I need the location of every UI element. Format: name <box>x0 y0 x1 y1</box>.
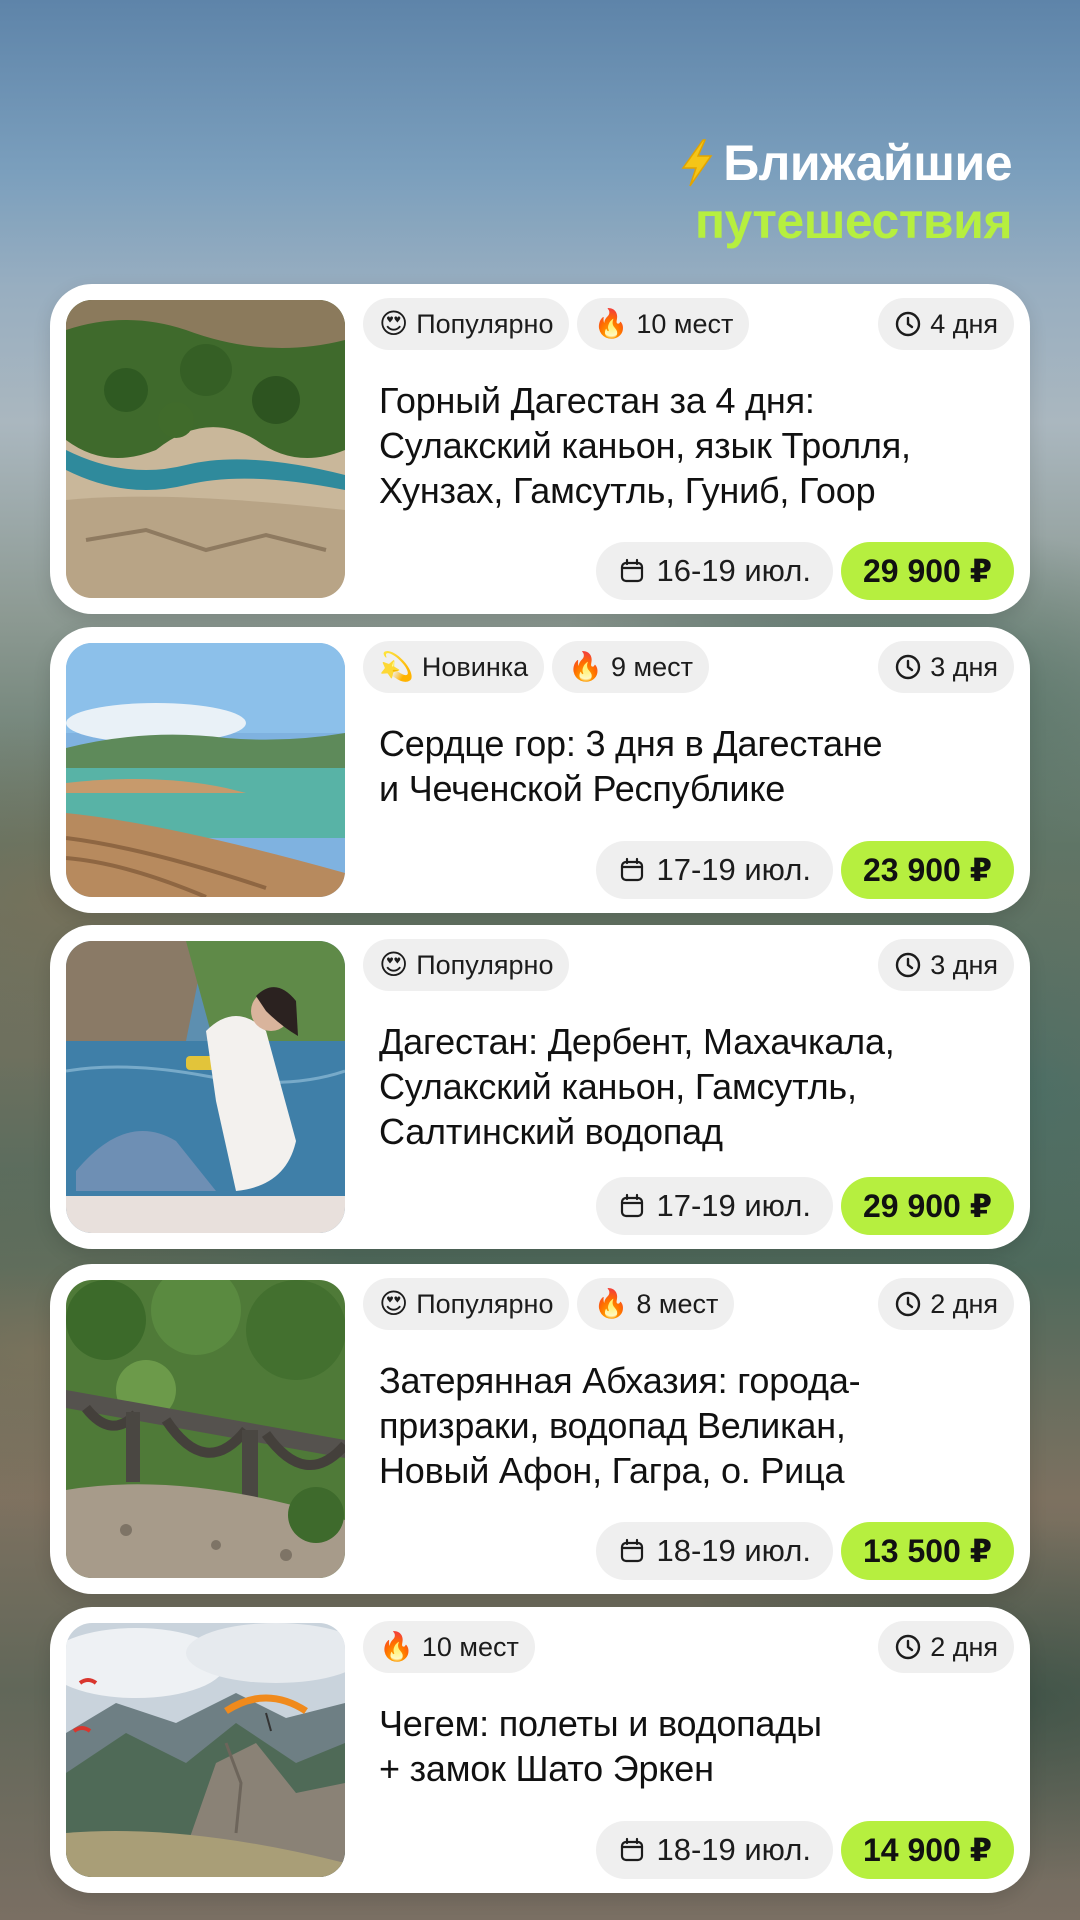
dizzy-star-icon: 💫 <box>379 650 414 683</box>
clock-icon <box>895 654 921 680</box>
calendar-icon <box>621 857 644 882</box>
badge-popular: 😍 Популярно <box>363 298 570 350</box>
fire-icon: 🔥 <box>593 1287 629 1320</box>
clock-icon <box>895 1634 921 1660</box>
badge-popular: 😍 Популярно <box>363 1278 570 1330</box>
badge-popular: 😍 Популярно <box>363 939 570 991</box>
dates-badge: 17-19 июл. <box>596 841 833 899</box>
tour-card[interactable]: 💫 Новинка 🔥 9 мест 3 дня Сердце гор: 3 дня… <box>50 627 1030 913</box>
tour-title[interactable]: Горный Дагестан за 4 дня: Сулакский кань… <box>363 378 1014 513</box>
price-button[interactable]: 13 500 ₽ <box>840 1522 1014 1580</box>
badge-new: 💫 Новинка <box>363 641 545 693</box>
header-title-line2: путешествия <box>694 193 1013 249</box>
tour-footer: 18-19 июл. 14 900 ₽ <box>596 1821 1014 1879</box>
seats-badge: 🔥 8 мест <box>577 1278 735 1330</box>
tour-card[interactable]: 😍 Популярно 🔥 8 мест 2 дня Затерянная Абха… <box>50 1264 1030 1594</box>
clock-icon <box>895 1291 921 1317</box>
duration-badge: 3 дня <box>878 641 1014 693</box>
dates-badge: 18-19 июл. <box>596 1821 833 1879</box>
tour-title[interactable]: Дагестан: Дербент, Махачкала, Сулакский … <box>363 1019 1014 1154</box>
calendar-icon <box>621 1837 644 1862</box>
price-button[interactable]: 23 900 ₽ <box>840 841 1014 899</box>
seats-badge: 🔥 10 мест <box>577 298 750 350</box>
dates-badge: 17-19 июл. <box>596 1177 833 1235</box>
tour-content: 😍 Популярно 🔥 8 мест 2 дня Затерянная Абха… <box>363 1278 1014 1580</box>
duration-badge: 3 дня <box>878 939 1014 991</box>
clock-icon <box>895 952 921 978</box>
tour-card[interactable]: 😍 Популярно 🔥 10 мест 4 дня Горный Дагеста… <box>50 284 1030 614</box>
tour-footer: 16-19 июл. 29 900 ₽ <box>596 542 1014 600</box>
tour-title[interactable]: Затерянная Абхазия: города- призраки, во… <box>363 1358 1014 1493</box>
dates-badge: 16-19 июл. <box>596 542 833 600</box>
calendar-icon <box>621 558 644 583</box>
tour-footer: 17-19 июл. 23 900 ₽ <box>596 841 1014 899</box>
tour-photo <box>66 1280 345 1578</box>
price-button[interactable]: 14 900 ₽ <box>840 1821 1014 1879</box>
tour-photo <box>66 643 345 897</box>
tour-title[interactable]: Сердце гор: 3 дня в Дагестане и Чеченско… <box>363 721 1014 811</box>
tour-content: 💫 Новинка 🔥 9 мест 3 дня Сердце гор: 3 дня… <box>363 641 1014 899</box>
section-header: Ближайшие путешествия <box>677 134 1012 250</box>
heart-eyes-icon: 😍 <box>379 1287 409 1320</box>
dates-badge: 18-19 июл. <box>596 1522 833 1580</box>
duration-badge: 2 дня <box>878 1278 1014 1330</box>
duration-badge: 4 дня <box>878 298 1014 350</box>
duration-badge: 2 дня <box>878 1621 1014 1673</box>
tour-footer: 17-19 июл. 29 900 ₽ <box>596 1177 1014 1235</box>
tour-photo <box>66 300 345 598</box>
fire-icon: 🔥 <box>379 1630 414 1663</box>
header-title-line1: Ближайшие <box>723 135 1012 191</box>
tour-photo <box>66 941 345 1233</box>
tour-card[interactable]: 🔥 10 мест 2 дня Чегем: полеты и водопады … <box>50 1607 1030 1893</box>
calendar-icon <box>621 1193 644 1218</box>
tour-content: 😍 Популярно 3 дня Дагестан: Дербент, Маха… <box>363 939 1014 1235</box>
tour-content: 😍 Популярно 🔥 10 мест 4 дня Горный Дагеста… <box>363 298 1014 600</box>
seats-badge: 🔥 10 мест <box>363 1621 535 1673</box>
price-button[interactable]: 29 900 ₽ <box>840 1177 1014 1235</box>
heart-eyes-icon: 😍 <box>379 307 409 340</box>
heart-eyes-icon: 😍 <box>379 948 409 981</box>
tour-footer: 18-19 июл. 13 500 ₽ <box>596 1522 1014 1580</box>
lightning-icon <box>681 139 713 187</box>
tour-content: 🔥 10 мест 2 дня Чегем: полеты и водопады … <box>363 1621 1014 1879</box>
seats-badge: 🔥 9 мест <box>552 641 709 693</box>
calendar-icon <box>621 1538 644 1563</box>
clock-icon <box>895 311 921 337</box>
fire-icon: 🔥 <box>593 307 629 340</box>
price-button[interactable]: 29 900 ₽ <box>840 542 1014 600</box>
tour-title[interactable]: Чегем: полеты и водопады + замок Шато Эр… <box>363 1701 1014 1791</box>
tour-card[interactable]: 😍 Популярно 3 дня Дагестан: Дербент, Маха… <box>50 925 1030 1249</box>
fire-icon: 🔥 <box>568 650 604 683</box>
tour-photo <box>66 1623 345 1877</box>
